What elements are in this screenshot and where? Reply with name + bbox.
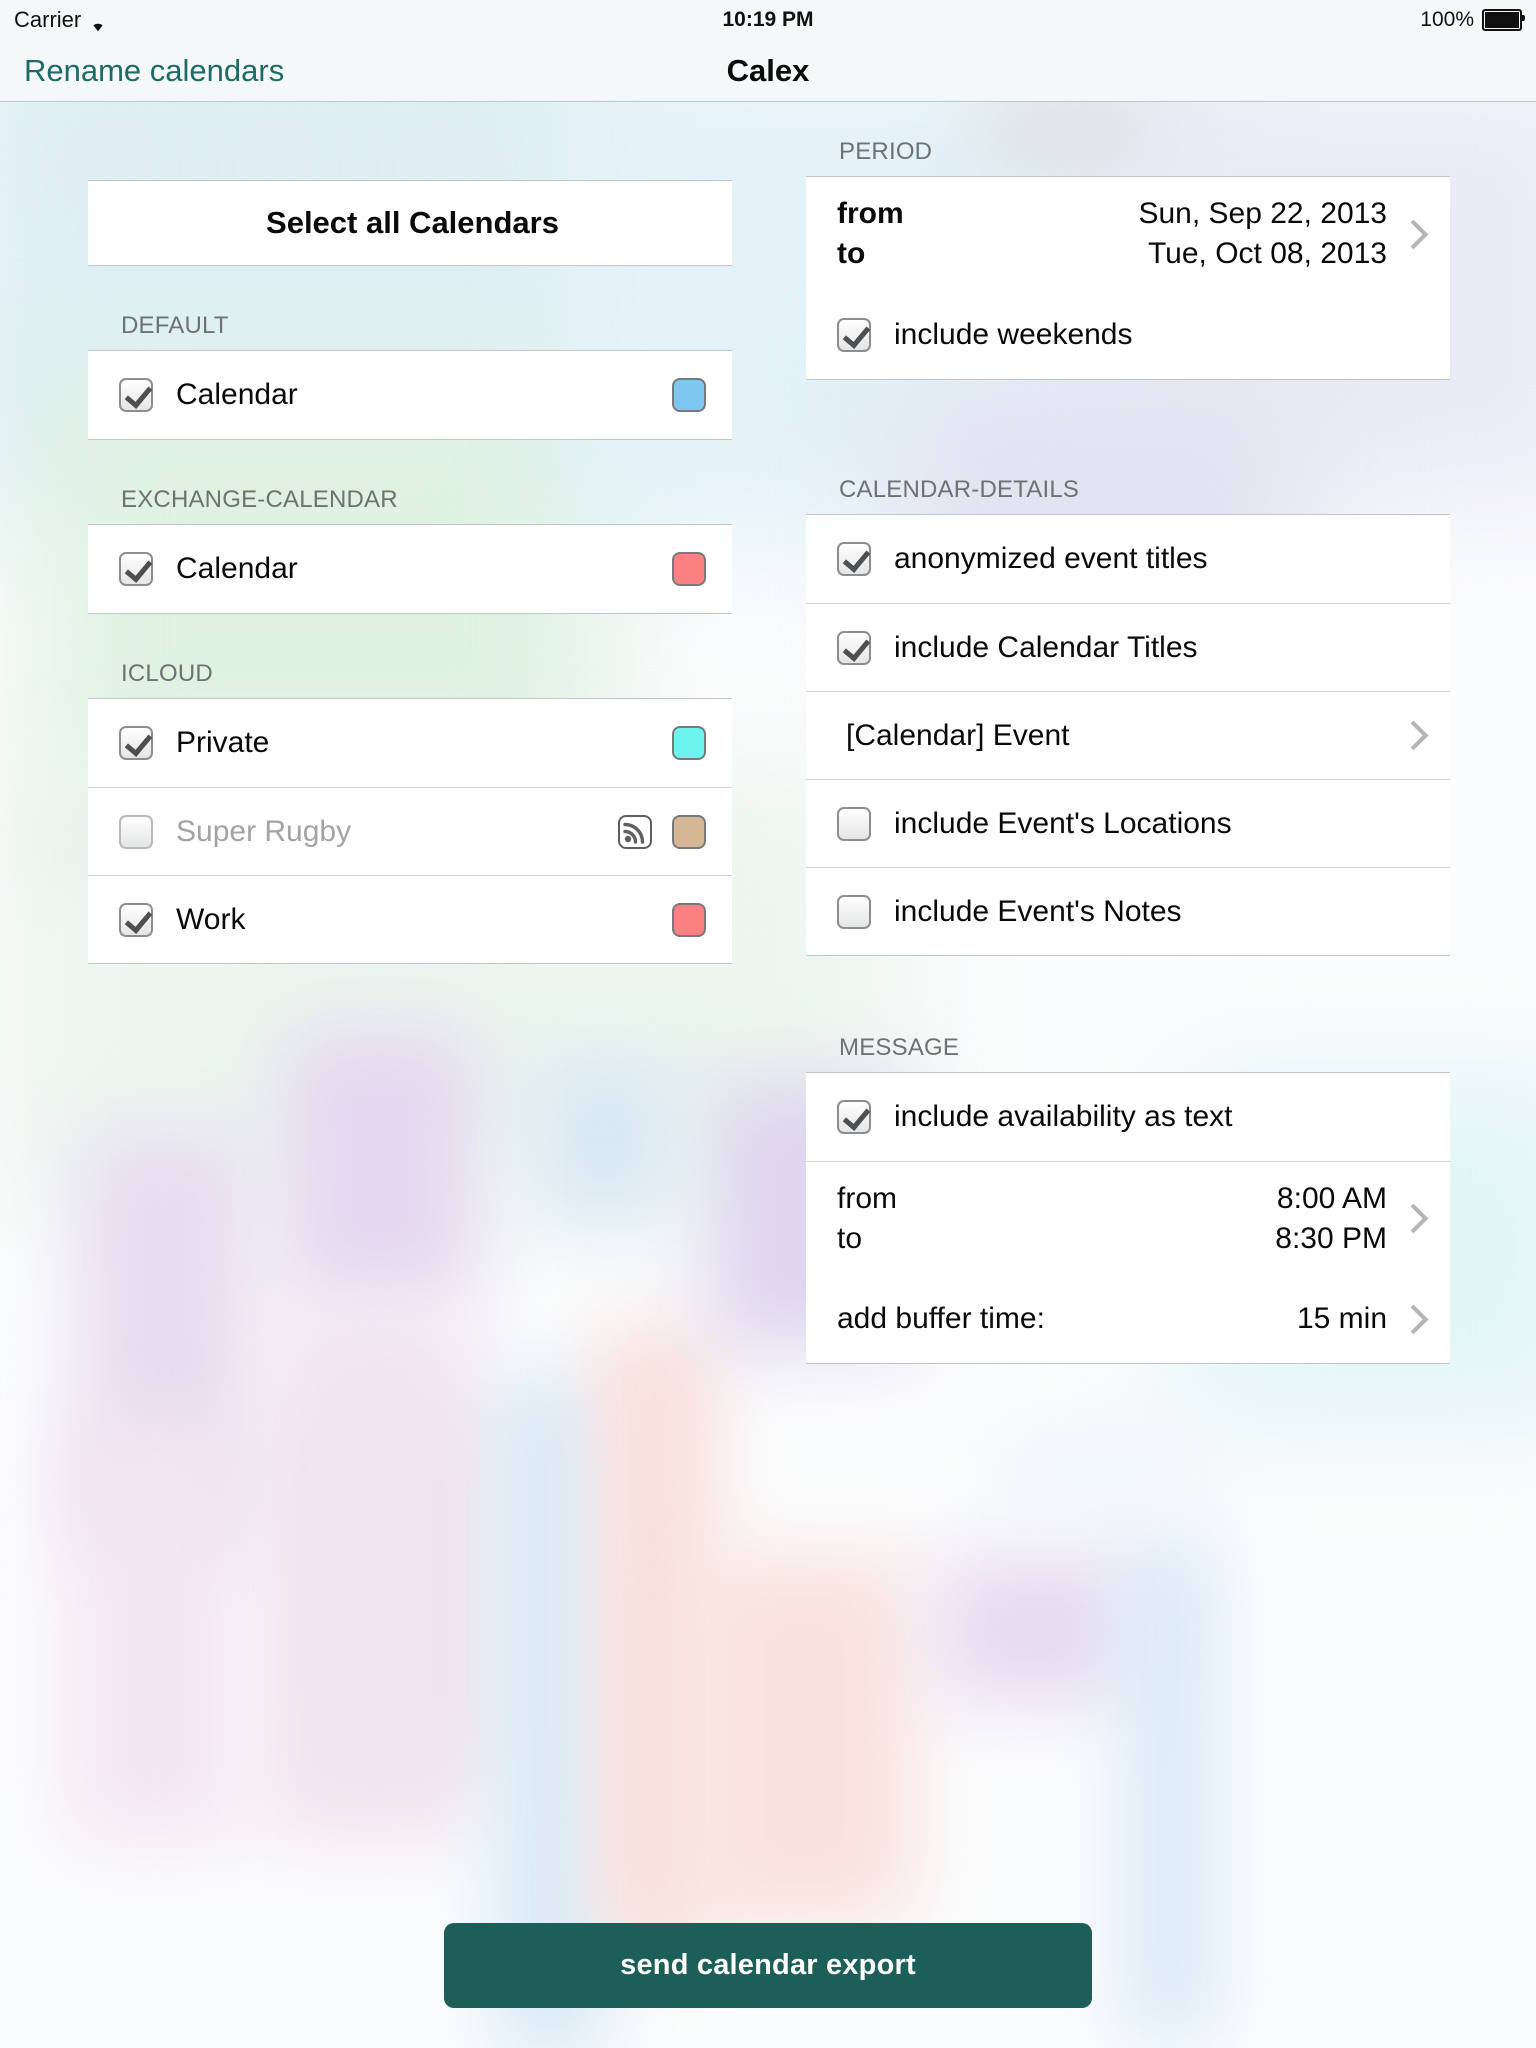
include-availability-row[interactable]: include availability as text <box>806 1073 1450 1161</box>
chevron-right-icon <box>1398 1304 1429 1334</box>
calendar-name-label: Work <box>176 902 246 936</box>
navigation-bar: Rename calendars Calex <box>0 40 1536 102</box>
calendar-row[interactable]: Calendar <box>88 525 732 613</box>
select-all-card: Select all Calendars <box>88 180 732 266</box>
period-from-label: from <box>837 197 904 231</box>
buffer-time-value: 15 min <box>1296 1302 1387 1335</box>
rss-subscription-icon <box>618 814 652 849</box>
calendar-row[interactable]: Calendar <box>88 351 732 439</box>
event-title-format-row[interactable]: [Calendar] Event <box>806 691 1450 779</box>
calendar-group-default: Calendar <box>88 350 732 440</box>
send-calendar-export-button[interactable]: send calendar export <box>444 1923 1092 2008</box>
buffer-time-label: add buffer time: <box>837 1302 1045 1335</box>
availability-hours-values: 8:00 AM 8:30 PM <box>1275 1179 1387 1258</box>
checkbox-icon[interactable] <box>837 542 871 576</box>
calendar-row[interactable]: Private <box>88 699 732 787</box>
include-calendar-titles-row[interactable]: include Calendar Titles <box>806 603 1450 691</box>
status-bar-clock: 10:19 PM <box>722 8 814 31</box>
calendar-color-swatch <box>672 814 706 849</box>
calendar-details-card: anonymized event titles include Calendar… <box>806 514 1450 956</box>
calendar-name-label: Calendar <box>176 552 298 585</box>
checkbox-icon[interactable] <box>119 902 153 937</box>
status-bar-right: 100% <box>1420 8 1525 32</box>
battery-full-icon <box>1482 9 1525 31</box>
checkbox-icon[interactable] <box>837 1100 871 1134</box>
group-header-message: MESSAGE <box>839 1034 960 1061</box>
period-range-labels: from to <box>837 194 904 273</box>
group-header-exchange-calendar: EXCHANGE-CALENDAR <box>121 486 398 513</box>
availability-from-value: 8:00 AM <box>1276 1181 1387 1215</box>
options-column: PERIOD from to Sun, Sep 22, 2013 Tue, Oc… <box>806 102 1450 1364</box>
calendar-name-label: Calendar <box>176 378 298 411</box>
calendar-name-label: Super Rugby <box>176 814 352 848</box>
calendar-row[interactable]: Super Rugby <box>88 787 732 875</box>
include-event-notes-label: include Event's Notes <box>894 894 1182 928</box>
chevron-right-icon <box>1398 720 1429 751</box>
availability-hours-row[interactable]: from to 8:00 AM 8:30 PM <box>806 1161 1450 1275</box>
availability-to-value: 8:30 PM <box>1275 1221 1387 1255</box>
settings-content: Select all Calendars DEFAULT Calendar EX… <box>0 102 1536 2048</box>
period-to-value: Tue, Oct 08, 2013 <box>1147 237 1387 270</box>
calendar-name-label: Private <box>176 726 270 759</box>
event-title-format-label: [Calendar] Event <box>846 718 1070 752</box>
checkbox-icon[interactable] <box>119 552 153 586</box>
calendar-group-exchange: Calendar <box>88 524 732 614</box>
calendars-column: Select all Calendars DEFAULT Calendar EX… <box>88 102 732 964</box>
include-calendar-titles-label: include Calendar Titles <box>894 630 1198 664</box>
chevron-right-icon <box>1398 219 1429 249</box>
checkbox-icon[interactable] <box>837 806 871 841</box>
include-availability-label: include availability as text <box>894 1100 1233 1133</box>
period-to-label: to <box>837 237 866 270</box>
anonymized-event-titles-row[interactable]: anonymized event titles <box>806 515 1450 603</box>
status-bar: Carrier 10:19 PM 100% <box>0 0 1536 40</box>
include-event-locations-label: include Event's Locations <box>894 806 1232 840</box>
calendar-color-swatch <box>672 378 706 412</box>
group-header-icloud: ICLOUD <box>121 660 213 687</box>
calendar-group-icloud: Private Super Rugby Work <box>88 698 732 964</box>
period-card: from to Sun, Sep 22, 2013 Tue, Oct 08, 2… <box>806 176 1450 380</box>
checkbox-icon[interactable] <box>119 378 153 412</box>
message-card: include availability as text from to 8:0… <box>806 1072 1450 1364</box>
include-event-notes-row[interactable]: include Event's Notes <box>806 867 1450 955</box>
checkbox-icon[interactable] <box>837 894 871 929</box>
chevron-right-icon <box>1398 1203 1429 1234</box>
page-title: Calex <box>726 52 810 88</box>
select-all-calendars-button[interactable]: Select all Calendars <box>88 181 732 265</box>
period-range-values: Sun, Sep 22, 2013 Tue, Oct 08, 2013 <box>1138 194 1387 273</box>
availability-hours-labels: from to <box>837 1179 897 1258</box>
group-header-calendar-details: CALENDAR-DETAILS <box>839 476 1080 503</box>
checkbox-icon[interactable] <box>119 726 153 760</box>
availability-to-label: to <box>837 1221 863 1255</box>
anonymized-event-titles-label: anonymized event titles <box>894 542 1208 575</box>
calendar-row[interactable]: Work <box>88 875 732 963</box>
select-all-calendars-label: Select all Calendars <box>266 205 559 240</box>
checkbox-icon[interactable] <box>119 814 153 849</box>
calendar-color-swatch <box>672 726 706 760</box>
checkbox-icon[interactable] <box>837 318 871 352</box>
include-weekends-label: include weekends <box>894 318 1133 351</box>
include-event-locations-row[interactable]: include Event's Locations <box>806 779 1450 867</box>
calendar-color-swatch <box>672 552 706 586</box>
period-range-row[interactable]: from to Sun, Sep 22, 2013 Tue, Oct 08, 2… <box>806 177 1450 291</box>
availability-from-label: from <box>837 1181 897 1215</box>
calendar-color-swatch <box>672 902 706 937</box>
period-from-value: Sun, Sep 22, 2013 <box>1138 197 1387 231</box>
group-header-period: PERIOD <box>839 138 933 165</box>
checkbox-icon[interactable] <box>837 630 871 665</box>
battery-percent-label: 100% <box>1420 8 1474 31</box>
group-header-default: DEFAULT <box>121 312 229 339</box>
buffer-time-row[interactable]: add buffer time: 15 min <box>806 1275 1450 1363</box>
include-weekends-row[interactable]: include weekends <box>806 291 1450 379</box>
